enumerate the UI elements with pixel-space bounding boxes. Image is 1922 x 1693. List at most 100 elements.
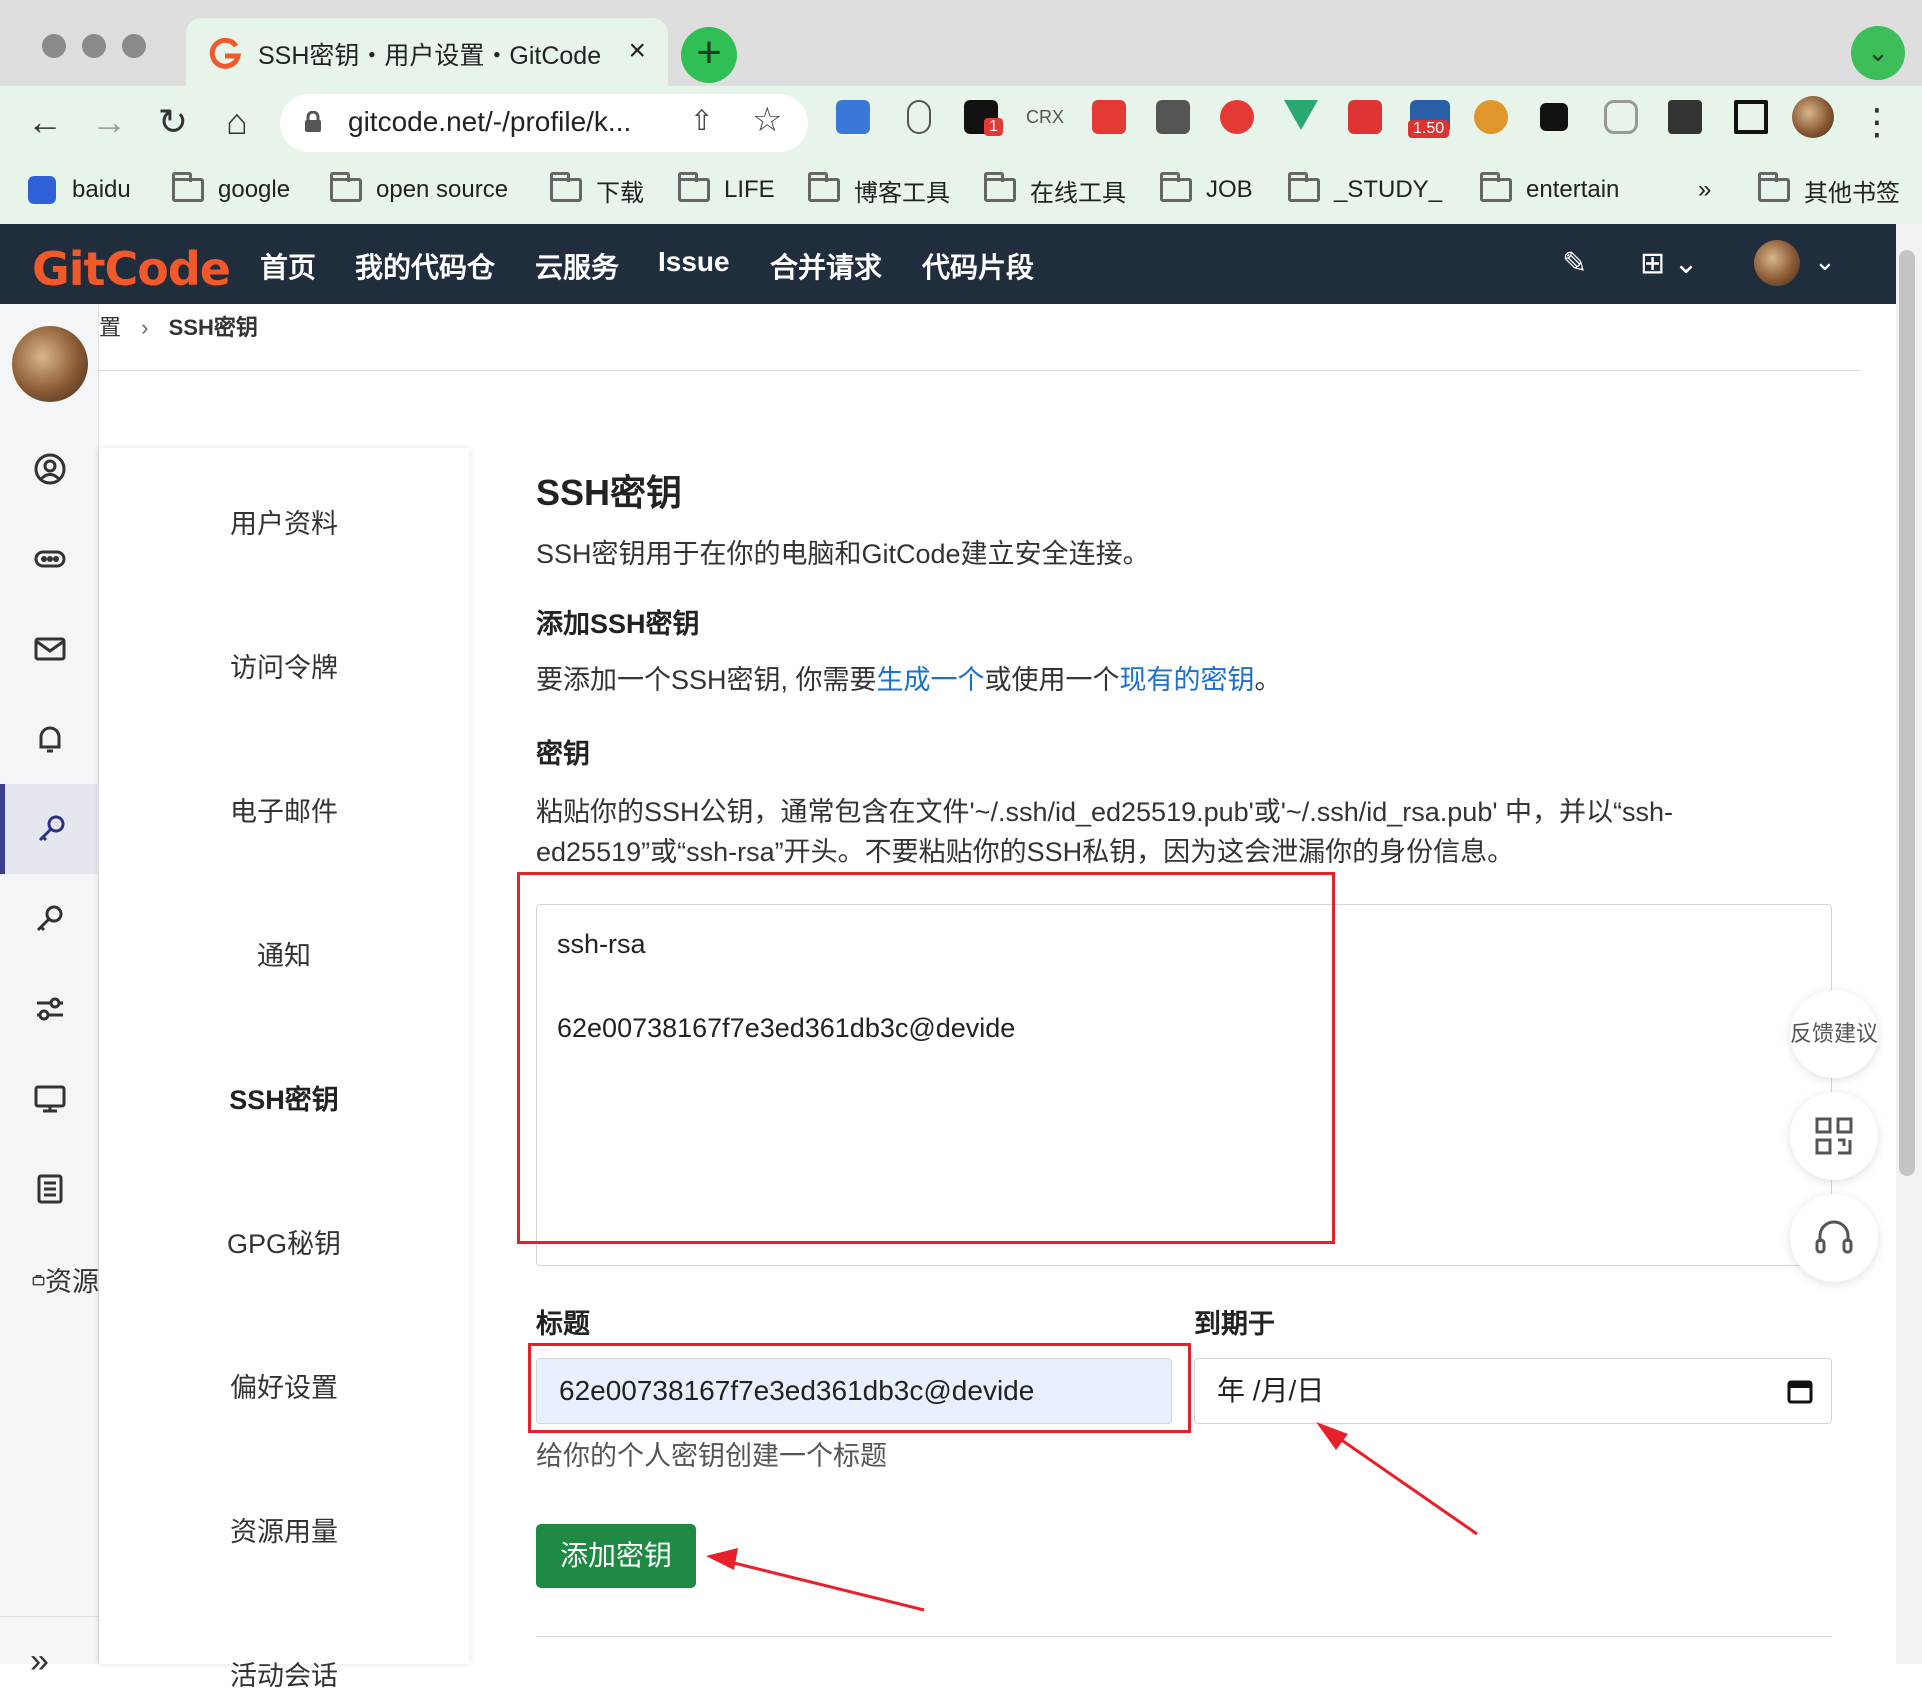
existing-key-link[interactable]: 现有的密钥 [1120, 665, 1255, 695]
badge-extension-icon[interactable]: 1 [964, 100, 1003, 136]
nav-my-repos[interactable]: 我的代码仓 [355, 246, 495, 286]
chevron-down-icon[interactable]: ⌄ [1814, 246, 1836, 277]
folder-icon [984, 172, 1016, 202]
settings-nav-notifications[interactable]: 通知 [99, 934, 469, 973]
breadcrumb-parent[interactable]: 置 [99, 315, 121, 340]
window-minimize-button[interactable] [82, 34, 106, 58]
extension-badge: 1.50 [1408, 120, 1450, 138]
annotation-box-key [517, 872, 1335, 1244]
vue-extension-icon[interactable] [1284, 100, 1318, 130]
address-bar[interactable]: gitcode.net/-/profile/k... ⇧ ☆ [280, 94, 808, 152]
side-panel-icon[interactable] [1734, 100, 1768, 134]
feedback-button[interactable]: 反馈建议 [1790, 990, 1878, 1078]
headset-icon[interactable] [1790, 1194, 1878, 1282]
home-icon[interactable]: ⌂ [212, 96, 262, 148]
user-avatar[interactable] [1754, 240, 1800, 286]
nav-snippets[interactable]: 代码片段 [922, 246, 1034, 286]
bookmark-entertain[interactable]: entertain [1480, 170, 1619, 210]
bookmark-life[interactable]: LIFE [678, 170, 775, 210]
window-zoom-button[interactable] [122, 34, 146, 58]
window-close-button[interactable] [42, 34, 66, 58]
token-icon[interactable] [0, 514, 99, 604]
nav-cloud-services[interactable]: 云服务 [535, 246, 619, 286]
nav-merge-requests[interactable]: 合并请求 [770, 246, 882, 286]
crx-extension-icon[interactable]: CRX [1026, 100, 1066, 134]
bookmark-study[interactable]: _STUDY_ [1288, 170, 1442, 210]
back-icon[interactable]: ← [20, 96, 70, 148]
folder-icon [808, 172, 840, 202]
preferences-icon[interactable] [0, 964, 99, 1054]
settings-nav-preferences[interactable]: 偏好设置 [99, 1366, 469, 1405]
c-extension-icon[interactable] [1604, 100, 1638, 134]
settings-nav-access-tokens[interactable]: 访问令牌 [99, 646, 469, 685]
expire-date-input[interactable]: 年 /月/日 [1194, 1358, 1832, 1424]
chevron-down-icon[interactable]: ⌄ [1851, 26, 1905, 80]
bookmark-open-source[interactable]: open source [330, 170, 508, 210]
folder-icon [1160, 172, 1192, 202]
bell-icon[interactable] [0, 694, 99, 784]
folder-icon [550, 172, 582, 202]
add-key-instructions: 要添加一个SSH密钥, 你需要生成一个或使用一个现有的密钥。 [536, 665, 1282, 695]
menu-icon[interactable]: ⋮ [1852, 96, 1902, 148]
folder-icon [330, 172, 362, 202]
calendar-icon[interactable] [1787, 1378, 1813, 1404]
gpg-key-icon[interactable] [0, 874, 99, 964]
profile-avatar[interactable] [12, 326, 88, 402]
add-key-button[interactable]: 添加密钥 [536, 1524, 696, 1588]
left-rail: 资源 » [0, 304, 99, 1680]
mail-icon[interactable] [0, 604, 99, 694]
mouse-extension-icon[interactable] [907, 100, 931, 134]
bookmark-job[interactable]: JOB [1160, 170, 1253, 210]
scrollbar-thumb[interactable] [1899, 250, 1915, 1176]
puzzle-extensions-icon[interactable] [1668, 100, 1702, 134]
todo-edit-icon[interactable]: ✎ [1562, 246, 1587, 281]
browser-tab[interactable]: SSH密钥・用户设置・GitCode × [186, 18, 668, 86]
breadcrumb-current: SSH密钥 [168, 315, 258, 340]
bookmark-other[interactable]: 其他书签 [1758, 170, 1900, 210]
bookmark-online-tools[interactable]: 在线工具 [984, 170, 1126, 210]
rail-item-resources[interactable]: 资源 [32, 1260, 99, 1299]
qr-code-icon[interactable] [1790, 1092, 1878, 1180]
list-icon[interactable] [0, 1144, 99, 1234]
megaphone-extension-icon[interactable] [1348, 100, 1382, 134]
reload-icon[interactable]: ↻ [148, 96, 198, 148]
settings-nav-active-sessions[interactable]: 活动会话 [99, 1654, 469, 1693]
speed-extension-icon[interactable]: 1.50 [1408, 100, 1450, 138]
cup-extension-icon[interactable] [1474, 100, 1508, 134]
section-divider [536, 1636, 1832, 1637]
h-extension-icon[interactable] [1540, 103, 1568, 131]
bookmark-downloads[interactable]: 下载 [550, 170, 644, 210]
bookmark-star-icon[interactable]: ☆ [752, 100, 782, 140]
lock-icon [305, 111, 321, 132]
annotation-box-title [528, 1343, 1191, 1433]
tomato-extension-icon[interactable] [1220, 100, 1254, 134]
settings-nav-gpg-keys[interactable]: GPG秘钥 [99, 1222, 469, 1261]
bookmark-blog-tools[interactable]: 博客工具 [808, 170, 950, 210]
settings-nav-ssh-keys[interactable]: SSH密钥 [99, 1078, 469, 1117]
ssh-key-icon[interactable] [0, 784, 99, 874]
profile-avatar[interactable] [1792, 96, 1834, 138]
monitor-icon[interactable] [0, 1054, 99, 1144]
bookmark-baidu[interactable]: baidu [28, 170, 131, 210]
expire-date-placeholder: 年 /月/日 [1217, 1375, 1325, 1406]
red-extension-icon[interactable] [1092, 100, 1126, 134]
nav-issue[interactable]: Issue [658, 246, 730, 278]
settings-nav-profile[interactable]: 用户资料 [99, 502, 469, 541]
share-icon[interactable]: ⇧ [690, 104, 713, 137]
gitcode-logo[interactable]: GitCode [32, 242, 231, 296]
settings-nav-emails[interactable]: 电子邮件 [99, 790, 469, 829]
rail-divider [0, 1616, 99, 1617]
create-new-icon[interactable]: ⊞ ⌄ [1640, 246, 1699, 281]
generate-key-link[interactable]: 生成一个 [877, 665, 985, 695]
tab-close-icon[interactable]: × [628, 34, 646, 68]
nav-home[interactable]: 首页 [260, 246, 316, 286]
bookmarks-overflow-button[interactable]: » [1698, 170, 1711, 210]
bookmark-google[interactable]: google [172, 170, 290, 210]
settings-nav-usage[interactable]: 资源用量 [99, 1510, 469, 1549]
expand-sidebar-icon[interactable]: » [30, 1642, 49, 1681]
new-tab-button[interactable]: + [681, 27, 737, 83]
chart-extension-icon[interactable] [836, 100, 870, 134]
profile-icon[interactable] [0, 424, 99, 514]
f-extension-icon[interactable] [1156, 100, 1190, 134]
forward-icon[interactable]: → [84, 96, 134, 148]
